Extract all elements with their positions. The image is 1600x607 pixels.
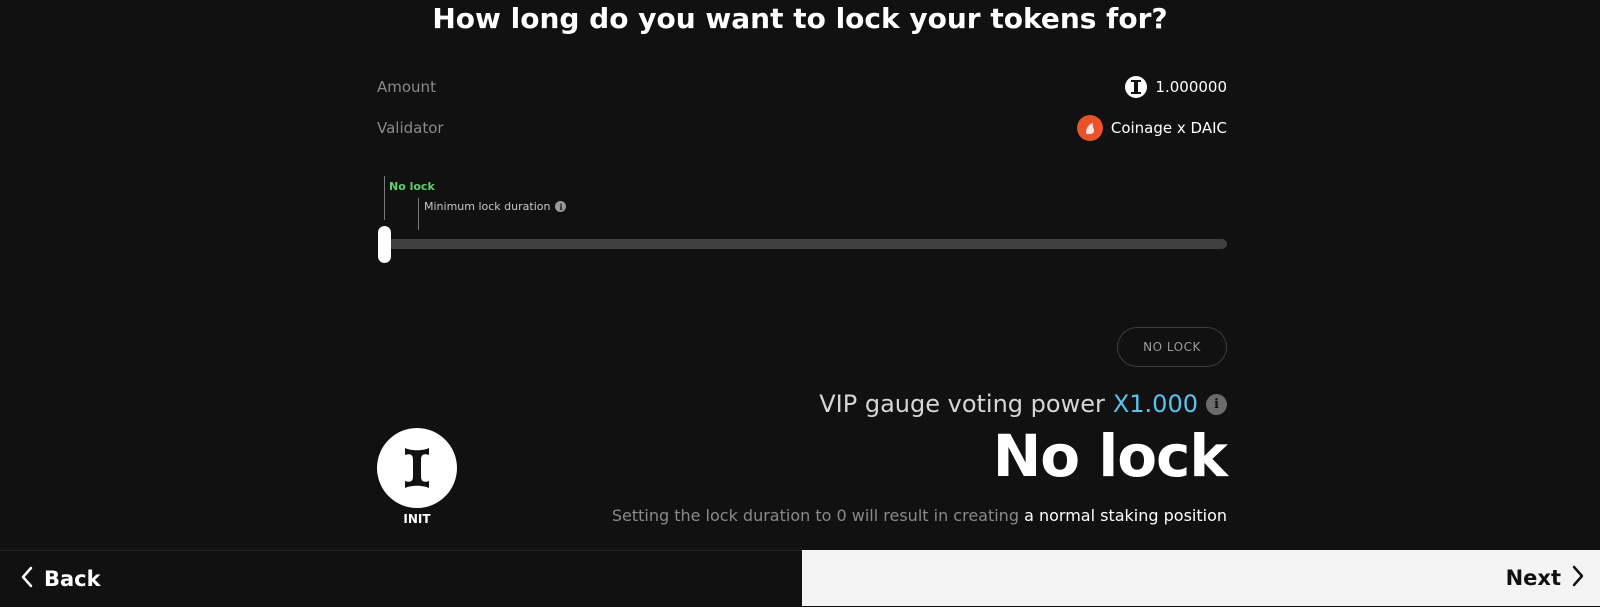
chevron-right-icon <box>1571 565 1585 592</box>
lock-duration-slider[interactable]: No lock Minimum lock duration i <box>377 176 1227 266</box>
token-name: INIT <box>403 512 431 526</box>
back-button[interactable]: Back <box>20 551 101 607</box>
back-label: Back <box>44 567 101 591</box>
validator-name: Coinage x DAIC <box>1110 119 1227 137</box>
page-title: How long do you want to lock your tokens… <box>432 2 1168 35</box>
footer-back-panel: Back <box>0 550 802 606</box>
vip-voting-power: VIP gauge voting power X1.000 i <box>819 390 1227 418</box>
info-icon[interactable]: i <box>1206 393 1227 415</box>
coinage-validator-icon <box>1076 115 1103 141</box>
vip-multiplier: X1.000 <box>1112 390 1198 418</box>
no-lock-tick-label: No lock <box>389 180 435 193</box>
validator-label: Validator <box>377 119 444 137</box>
info-icon[interactable]: i <box>555 201 567 212</box>
amount-label: Amount <box>377 78 436 96</box>
hint-text: Setting the lock duration to 0 will resu… <box>611 506 1019 525</box>
minimum-lock-tick <box>418 198 419 230</box>
amount-row: Amount 1.000000 <box>377 72 1227 102</box>
lock-duration-display: No lock <box>992 422 1228 490</box>
amount-value: 1.000000 <box>1155 78 1227 96</box>
minimum-lock-tick-label-group: Minimum lock duration i <box>424 200 567 213</box>
slider-track[interactable] <box>385 239 1227 249</box>
slider-thumb[interactable] <box>378 226 391 263</box>
footer-next-panel[interactable]: Next <box>802 550 1600 606</box>
chevron-left-icon <box>20 566 34 593</box>
no-lock-tick <box>384 176 385 220</box>
next-label: Next <box>1505 566 1561 590</box>
minimum-lock-tick-label: Minimum lock duration <box>424 200 551 213</box>
validator-row: Validator Coinage x DAIC <box>377 113 1227 143</box>
next-button[interactable]: Next <box>1506 550 1585 606</box>
hint-emphasis: a normal staking position <box>1024 506 1227 525</box>
init-logo-icon <box>377 428 457 508</box>
amount-value-group: 1.000000 <box>1125 76 1227 98</box>
no-lock-button[interactable]: NO LOCK <box>1117 327 1227 367</box>
validator-value-group[interactable]: Coinage x DAIC <box>1076 115 1227 141</box>
vip-label: VIP gauge voting power <box>819 390 1105 418</box>
lock-hint: Setting the lock duration to 0 will resu… <box>612 506 1227 525</box>
init-token-icon <box>1125 76 1148 98</box>
